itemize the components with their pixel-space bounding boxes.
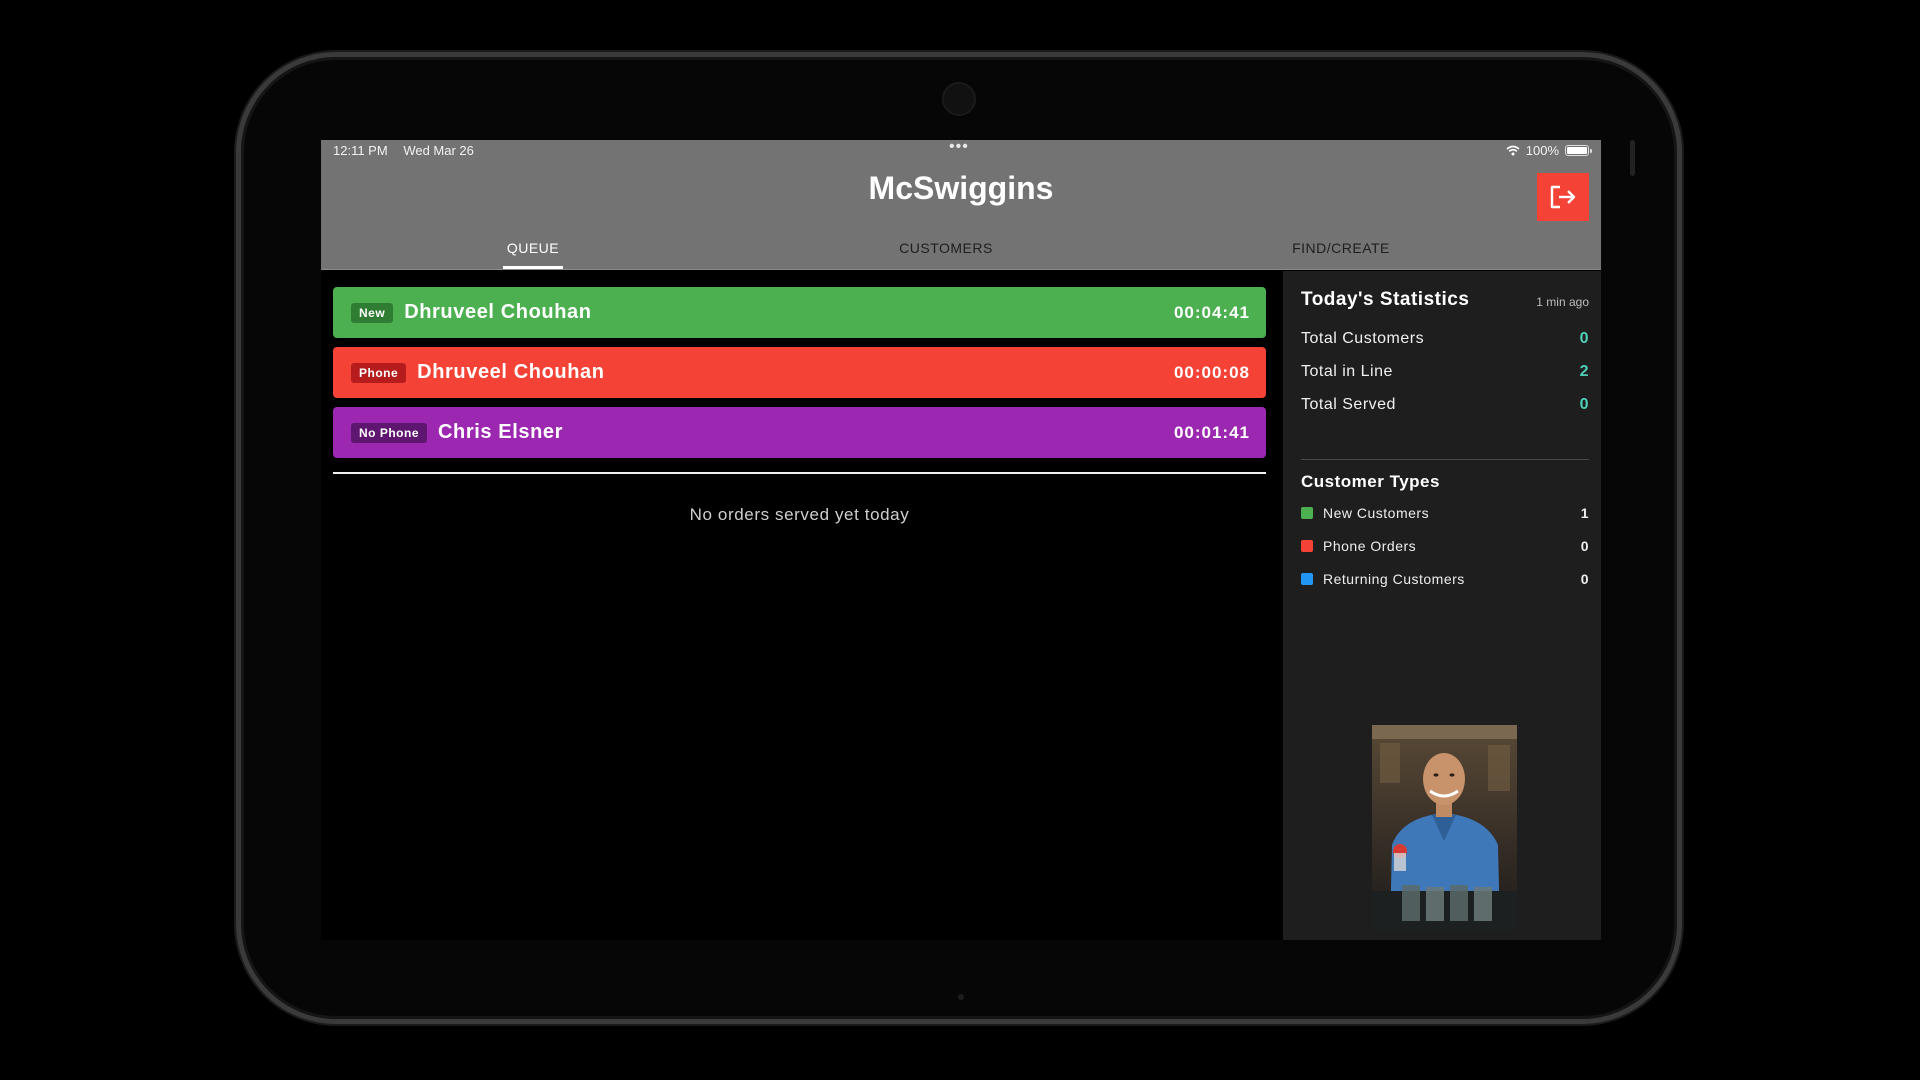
queue-list: New Dhruveel Chouhan 00:04:41 Phone Dhru… [333,287,1266,467]
tab-customers[interactable]: CUSTOMERS [861,236,1031,269]
tab-queue[interactable]: QUEUE [503,236,563,269]
type-phone-orders: Phone Orders 0 [1301,536,1589,556]
legend-swatch-blue [1301,573,1313,585]
stat-total-customers: Total Customers 0 [1301,327,1589,351]
status-date: Wed Mar 26 [403,143,474,158]
tab-find-create[interactable]: FIND/CREATE [1281,236,1401,269]
logout-button[interactable] [1537,173,1589,221]
type-count: 0 [1580,538,1589,554]
customer-type-badge: New [351,302,394,323]
status-time: 12:11 PM [333,143,388,158]
queue-item[interactable]: No Phone Chris Elsner 00:01:41 [333,407,1266,458]
app-header: 12:11 PM Wed Mar 26 ••• 100% McSwiggins … [321,140,1601,270]
type-count: 0 [1580,571,1589,587]
page-title: McSwiggins [868,170,1054,206]
battery-icon [1565,145,1592,156]
served-empty-message: No orders served yet today [689,505,910,524]
customer-type-badge: No Phone [351,422,427,443]
customer-types-title: Customer Types [1301,472,1440,491]
bartender-photo [1372,725,1517,931]
side-button [1630,140,1635,176]
stat-value: 0 [1579,330,1589,347]
camera-icon [942,82,976,116]
app-screen: 12:11 PM Wed Mar 26 ••• 100% McSwiggins … [321,140,1601,940]
stat-value: 0 [1579,396,1589,413]
type-returning-customers: Returning Customers 0 [1301,569,1589,589]
type-new-customers: New Customers 1 [1301,503,1589,523]
wait-timer: 00:00:08 [1173,362,1250,382]
type-label: New Customers [1323,505,1430,521]
stat-label: Total in Line [1301,363,1393,380]
logout-icon [1550,185,1576,209]
legend-swatch-red [1301,540,1313,552]
queue-item[interactable]: New Dhruveel Chouhan 00:04:41 [333,287,1266,338]
wait-timer: 00:01:41 [1173,422,1250,442]
battery-percent: 100% [1525,143,1559,158]
stat-label: Total Customers [1301,330,1425,347]
stat-label: Total Served [1301,396,1396,413]
stat-total-in-line: Total in Line 2 [1301,360,1589,384]
type-count: 1 [1580,505,1589,521]
type-label: Returning Customers [1323,571,1465,587]
customer-name: Chris Elsner [438,421,564,443]
home-indicator [958,994,964,1000]
status-bar-right: 100% [1506,143,1592,158]
stats-divider [1301,459,1589,460]
multitasking-dots[interactable]: ••• [949,140,969,156]
statistics-title: Today's Statistics [1301,289,1470,310]
served-divider [333,472,1266,474]
tab-bar: QUEUE CUSTOMERS FIND/CREATE [321,236,1601,269]
video-thumbnail[interactable] [1372,725,1517,931]
status-bar-left: 12:11 PM Wed Mar 26 [333,143,474,158]
customer-type-badge: Phone [351,362,407,383]
queue-item[interactable]: Phone Dhruveel Chouhan 00:00:08 [333,347,1266,398]
stat-total-served: Total Served 0 [1301,393,1589,417]
wifi-icon [1506,145,1520,156]
customer-name: Dhruveel Chouhan [417,361,605,383]
type-label: Phone Orders [1323,538,1417,554]
customer-name: Dhruveel Chouhan [404,301,592,323]
stat-value: 2 [1579,363,1589,380]
wait-timer: 00:04:41 [1173,302,1250,322]
statistics-updated-time: 1 min ago [1536,295,1589,309]
legend-swatch-green [1301,507,1313,519]
